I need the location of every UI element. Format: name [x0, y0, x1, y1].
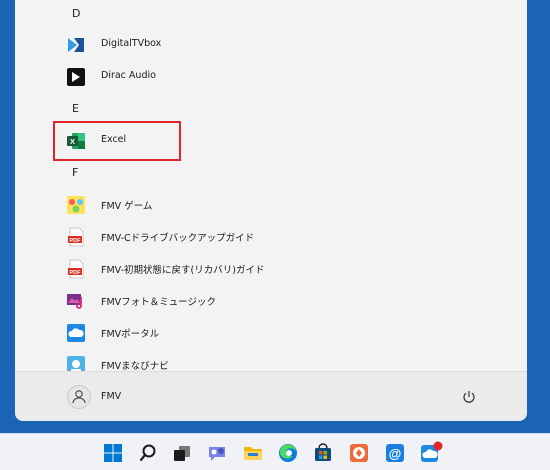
app-item-fmv-recovery-guide[interactable]: PDF FMV-初期状態に戻す(リカバリ)ガイド [63, 255, 483, 283]
app-label: FMVまなびナビ [101, 361, 169, 371]
windows-start-icon[interactable] [101, 441, 125, 465]
file-explorer-icon[interactable] [241, 441, 265, 465]
user-name[interactable]: FMV [101, 391, 121, 402]
edge-icon[interactable] [276, 441, 300, 465]
store-icon[interactable] [311, 441, 335, 465]
manabi-navi-icon [66, 355, 86, 371]
app-label: FMV-Cドライブバックアップガイド [101, 233, 255, 244]
user-icon [72, 390, 86, 404]
app-label: FMV-初期状態に戻す(リカバリ)ガイド [101, 265, 265, 276]
app-label: FMV ゲーム [101, 201, 153, 212]
photo-music-icon [66, 291, 86, 311]
app-item-fmv-game[interactable]: FMV ゲーム [63, 191, 483, 219]
fmv-portal-icon [66, 323, 86, 343]
app-icon[interactable] [347, 441, 371, 465]
power-icon[interactable] [461, 389, 477, 405]
app-label: Dirac Audio [101, 70, 156, 81]
start-menu: D DigitalTVbox Dirac Audio E X Excel F F… [15, 0, 527, 421]
app-item-fmv-photo-music[interactable]: FMVフォト＆ミュージック [63, 287, 483, 315]
app-item-fmv-c-drive-backup-guide[interactable]: PDF FMV-Cドライブバックアップガイド [63, 223, 483, 251]
task-view-icon[interactable] [170, 441, 194, 465]
app-item-fmv-portal[interactable]: FMVポータル [63, 319, 483, 347]
app-item-digitaltvbox[interactable]: DigitalTVbox [63, 31, 483, 59]
avatar[interactable] [67, 385, 91, 409]
app-label: DigitalTVbox [101, 38, 162, 49]
digitaltvbox-icon [66, 35, 86, 55]
search-icon[interactable] [136, 441, 160, 465]
dirac-audio-icon [66, 67, 86, 87]
mail-icon[interactable]: @ [383, 441, 407, 465]
pdf-icon: PDF [66, 259, 86, 279]
app-item-fmv-manabi-navi[interactable]: FMVまなびナビ [63, 351, 483, 371]
section-letter-e[interactable]: E [72, 102, 79, 115]
svg-text:@: @ [389, 446, 402, 461]
app-label: FMVポータル [101, 329, 160, 340]
taskbar: @ [0, 433, 550, 470]
app-list[interactable]: D DigitalTVbox Dirac Audio E X Excel F F… [15, 0, 527, 371]
fmv-game-icon [66, 195, 86, 215]
highlight-box [53, 121, 181, 161]
chat-icon[interactable] [205, 441, 229, 465]
section-letter-f[interactable]: F [72, 166, 78, 179]
svg-text:PDF: PDF [70, 238, 82, 244]
notification-app-icon[interactable] [419, 441, 443, 465]
user-bar: FMV [15, 371, 527, 421]
app-item-dirac-audio[interactable]: Dirac Audio [63, 63, 483, 91]
app-label: FMVフォト＆ミュージック [101, 297, 216, 308]
svg-text:PDF: PDF [70, 270, 82, 276]
section-letter-d[interactable]: D [72, 7, 80, 20]
pdf-icon: PDF [66, 227, 86, 247]
